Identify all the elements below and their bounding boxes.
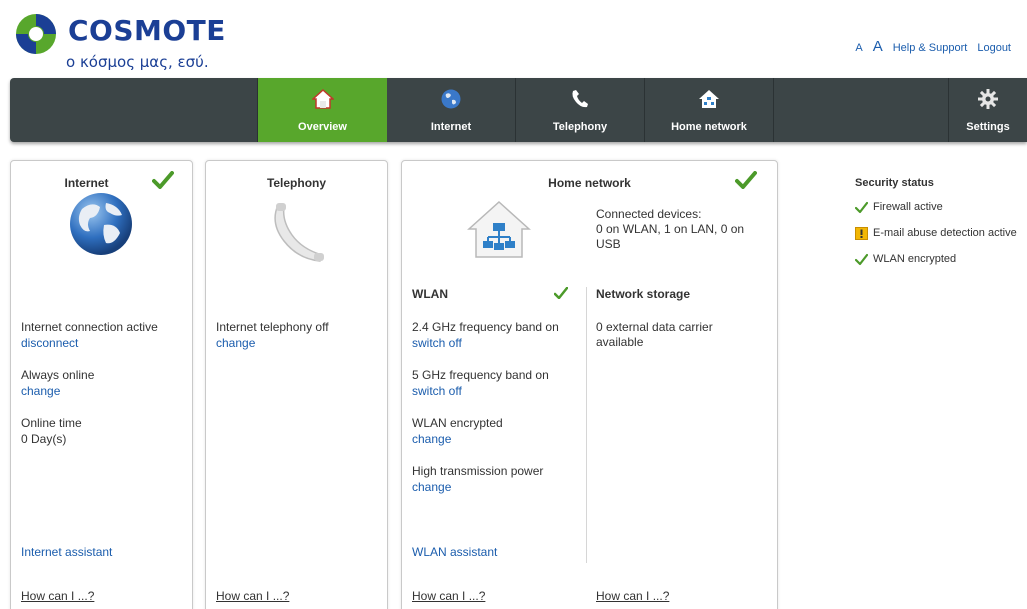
online-time-label: Online time — [21, 416, 82, 430]
internet-how-can-i-link[interactable]: How can I ...? — [21, 589, 94, 604]
wlan-title: WLAN — [412, 287, 448, 301]
check-icon — [855, 201, 868, 214]
wlan-encrypted-text: WLAN encrypted — [412, 416, 503, 430]
online-time-value: 0 Day(s) — [21, 432, 67, 446]
font-size-small-link[interactable]: A — [855, 42, 862, 54]
check-icon — [554, 287, 568, 299]
network-storage-title: Network storage — [596, 287, 691, 301]
tab-telephony[interactable]: Telephony — [516, 78, 645, 142]
wlan-5ghz-text: 5 GHz frequency band on — [412, 368, 549, 382]
security-status-title: Security status — [855, 177, 934, 189]
tab-internet-label: Internet — [430, 121, 472, 133]
telephony-change-link[interactable]: change — [216, 336, 255, 351]
telephony-card-title: Telephony — [266, 176, 327, 190]
tab-telephony-label: Telephony — [552, 121, 608, 133]
wlan-5ghz-switch-off-link[interactable]: switch off — [412, 384, 462, 399]
check-icon — [735, 171, 757, 189]
wlan-power-change-link[interactable]: change — [412, 480, 451, 495]
phone-handset-icon — [274, 203, 324, 262]
globe-icon — [70, 193, 132, 255]
home-network-icon — [467, 200, 531, 258]
brand-name: COSMOTE — [68, 14, 226, 47]
wlan-24ghz-switch-off-link[interactable]: switch off — [412, 336, 462, 351]
disconnect-link[interactable]: disconnect — [21, 336, 78, 351]
nav-spacer-right — [774, 78, 949, 142]
telephony-status-text: Internet telephony off — [216, 320, 329, 334]
tab-home-network[interactable]: Home network — [645, 78, 774, 142]
wlan-assistant-link[interactable]: WLAN assistant — [412, 545, 497, 560]
warning-icon — [855, 227, 868, 240]
main-navigation: Overview Internet Telephony Home network — [10, 78, 1027, 142]
home-network-card: Home network Connected devices: 0 on WLA… — [401, 160, 778, 609]
tab-settings[interactable]: Settings — [949, 78, 1027, 142]
network-storage-status: 0 external data carrier available — [596, 320, 713, 349]
security-item-wlan: WLAN encrypted — [855, 253, 1027, 279]
home-icon — [311, 88, 334, 109]
security-item-label: Firewall active — [873, 201, 943, 213]
security-status-panel: Security status Firewall active E-mail a… — [855, 177, 1027, 279]
section-divider — [586, 287, 587, 563]
wlan-power-text: High transmission power — [412, 464, 544, 478]
cosmote-logo[interactable]: COSMOTE ο κόσμος μας, εσύ. — [14, 8, 234, 72]
connected-devices-text: Connected devices: 0 on WLAN, 1 on LAN, … — [596, 207, 745, 251]
telephony-how-can-i-link[interactable]: How can I ...? — [216, 589, 289, 604]
storage-how-can-i-link[interactable]: How can I ...? — [596, 589, 669, 604]
security-item-email-abuse: E-mail abuse detection active — [855, 227, 1027, 253]
tab-overview[interactable]: Overview — [258, 78, 387, 142]
security-item-label: E-mail abuse detection active — [873, 227, 1017, 239]
check-icon — [855, 253, 868, 266]
tab-home-network-label: Home network — [671, 121, 747, 133]
nav-spacer — [10, 78, 258, 142]
tab-internet[interactable]: Internet — [387, 78, 516, 142]
font-size-large-link[interactable]: A — [873, 38, 883, 55]
wlan-how-can-i-link[interactable]: How can I ...? — [412, 589, 485, 604]
phone-icon — [572, 90, 588, 108]
top-links: A A Help & Support Logout — [855, 38, 1011, 55]
help-support-link[interactable]: Help & Support — [893, 42, 968, 54]
security-item-firewall: Firewall active — [855, 201, 1027, 227]
tab-settings-label: Settings — [966, 121, 1010, 133]
globe-icon — [441, 89, 461, 109]
cosmote-logo-mark-icon — [16, 14, 56, 54]
internet-card: Internet Internet connection active disc… — [10, 160, 193, 609]
telephony-card: Telephony Internet telephony off change … — [205, 160, 388, 609]
always-online-change-link[interactable]: change — [21, 384, 60, 399]
always-online-text: Always online — [21, 368, 95, 382]
security-item-label: WLAN encrypted — [873, 253, 957, 265]
tab-overview-label: Overview — [298, 121, 347, 133]
wlan-24ghz-text: 2.4 GHz frequency band on — [412, 320, 559, 334]
internet-assistant-link[interactable]: Internet assistant — [21, 545, 112, 560]
logout-link[interactable]: Logout — [977, 42, 1011, 54]
home-network-icon — [699, 90, 719, 108]
home-network-card-title: Home network — [548, 176, 631, 190]
wlan-encrypted-change-link[interactable]: change — [412, 432, 451, 447]
internet-status-text: Internet connection active — [21, 320, 158, 334]
brand-tagline: ο κόσμος μας, εσύ. — [66, 53, 209, 71]
gear-icon — [978, 89, 998, 109]
check-icon — [152, 171, 174, 189]
